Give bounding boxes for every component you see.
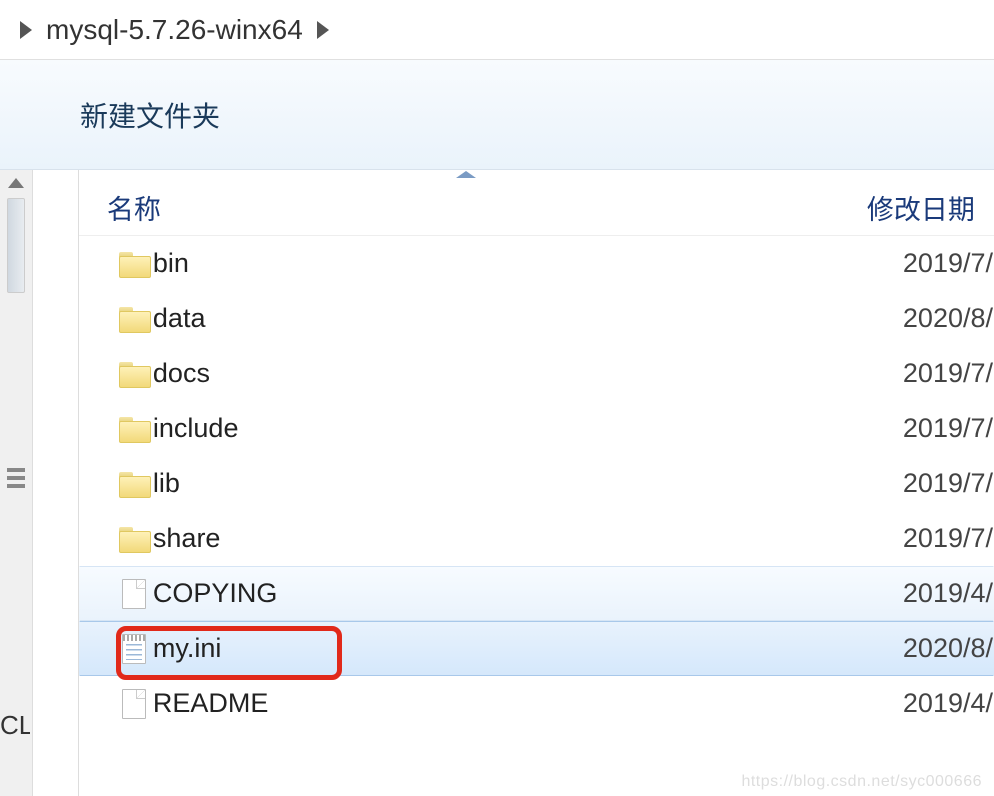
scroll-thumb[interactable] <box>7 198 25 293</box>
file-row[interactable]: data2020/8/ <box>79 291 994 346</box>
file-name: README <box>153 688 903 719</box>
breadcrumb-arrow-icon <box>317 21 329 39</box>
breadcrumb-arrow-icon <box>20 21 32 39</box>
file-name: data <box>153 303 903 334</box>
scroll-up-icon[interactable] <box>8 178 24 188</box>
toolbar: 新建文件夹 <box>0 60 994 170</box>
file-date: 2020/8/ <box>903 633 993 664</box>
file-row[interactable]: docs2019/7/ <box>79 346 994 401</box>
column-headers: 名称 修改日期 <box>79 180 994 236</box>
file-row[interactable]: bin2019/7/ <box>79 236 994 291</box>
file-row[interactable]: README2019/4/ <box>79 676 994 731</box>
file-row[interactable]: include2019/7/ <box>79 401 994 456</box>
file-name: my.ini <box>153 633 903 664</box>
file-row[interactable]: my.ini2020/8/ <box>79 621 994 676</box>
file-row[interactable]: COPYING2019/4/ <box>79 566 994 621</box>
file-list: bin2019/7/data2020/8/docs2019/7/include2… <box>79 236 994 796</box>
scroll-grip-icon <box>7 468 25 488</box>
column-header-date[interactable]: 修改日期 <box>867 188 975 227</box>
sidebar-scrollbar[interactable] <box>0 170 33 796</box>
sidebar-truncated-label: CL <box>0 710 30 741</box>
file-name: share <box>153 523 903 554</box>
content-area: CL 名称 修改日期 bin2019/7/data2020/8/docs2019… <box>0 170 994 796</box>
ini-file-icon <box>122 634 146 664</box>
folder-icon <box>119 417 149 441</box>
file-date: 2019/7/ <box>903 523 993 554</box>
new-folder-button[interactable]: 新建文件夹 <box>70 89 230 141</box>
file-name: docs <box>153 358 903 389</box>
folder-icon <box>119 252 149 276</box>
breadcrumb-folder[interactable]: mysql-5.7.26-winx64 <box>46 14 303 46</box>
file-date: 2019/7/ <box>903 248 993 279</box>
tree-panel <box>33 170 79 796</box>
folder-icon <box>119 307 149 331</box>
file-name: include <box>153 413 903 444</box>
file-date: 2019/7/ <box>903 413 993 444</box>
file-row[interactable]: lib2019/7/ <box>79 456 994 511</box>
column-header-name[interactable]: 名称 <box>107 188 867 227</box>
file-panel: 名称 修改日期 bin2019/7/data2020/8/docs2019/7/… <box>79 170 994 796</box>
folder-icon <box>119 472 149 496</box>
file-icon <box>122 579 146 609</box>
file-date: 2019/7/ <box>903 358 993 389</box>
file-date: 2019/4/ <box>903 578 993 609</box>
file-name: lib <box>153 468 903 499</box>
file-date: 2019/7/ <box>903 468 993 499</box>
file-date: 2019/4/ <box>903 688 993 719</box>
file-icon <box>122 689 146 719</box>
watermark: https://blog.csdn.net/syc000666 <box>741 773 982 791</box>
sort-indicator <box>79 170 994 178</box>
file-name: COPYING <box>153 578 903 609</box>
folder-icon <box>119 362 149 386</box>
file-name: bin <box>153 248 903 279</box>
breadcrumb-bar[interactable]: mysql-5.7.26-winx64 <box>0 0 994 60</box>
sort-ascending-icon <box>456 171 476 178</box>
file-row[interactable]: share2019/7/ <box>79 511 994 566</box>
file-date: 2020/8/ <box>903 303 993 334</box>
folder-icon <box>119 527 149 551</box>
